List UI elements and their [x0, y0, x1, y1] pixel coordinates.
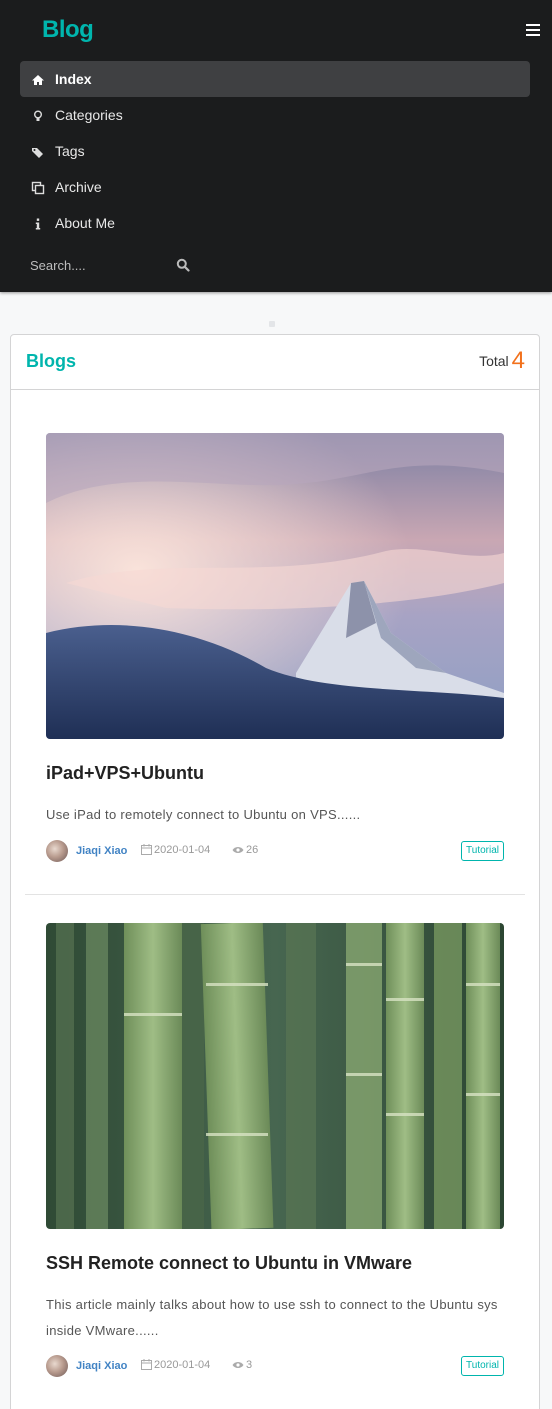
tag-badge[interactable]: Tutorial — [461, 841, 504, 861]
calendar-icon — [141, 844, 152, 855]
post-date: 2020-01-04 — [141, 1359, 210, 1371]
total-label: Total — [479, 353, 509, 369]
nav-item-label: Tags — [55, 143, 85, 159]
post-views: 26 — [232, 844, 258, 856]
nav-item-categories[interactable]: Categories — [20, 97, 530, 133]
nav-item-label: Index — [55, 71, 92, 87]
author-link[interactable]: Jiaqi Xiao — [76, 845, 127, 857]
nav-item-about-me[interactable]: About Me — [20, 205, 530, 241]
nav-item-tags[interactable]: Tags — [20, 133, 530, 169]
post-meta: Jiaqi Xiao 2020-01-04 26 Tutorial — [46, 840, 504, 862]
divider-dot — [269, 321, 275, 327]
search-icon[interactable] — [176, 258, 190, 272]
author-link[interactable]: Jiaqi Xiao — [76, 1360, 127, 1372]
menu-toggle-icon[interactable] — [526, 24, 540, 36]
post-views-count: 26 — [246, 844, 259, 856]
post-excerpt: Use iPad to remotely connect to Ubuntu o… — [46, 807, 361, 822]
avatar[interactable] — [46, 840, 68, 862]
total-count: Total 4 — [479, 347, 525, 375]
post-title[interactable]: SSH Remote connect to Ubuntu in VMware — [46, 1253, 412, 1274]
post-date-text: 2020-01-04 — [154, 844, 211, 856]
mountain-sunset-image[interactable] — [46, 433, 504, 739]
post-date-text: 2020-01-04 — [154, 1359, 211, 1371]
post-title[interactable]: iPad+VPS+Ubuntu — [46, 763, 204, 784]
search-box — [30, 252, 190, 278]
blog-post: iPad+VPS+Ubuntu Use iPad to remotely con… — [25, 433, 525, 895]
eye-icon — [232, 1362, 244, 1368]
bamboo-forest-image[interactable] — [46, 923, 504, 1229]
blog-list-title: Blogs — [26, 351, 77, 371]
post-meta: Jiaqi Xiao 2020-01-04 3 Tutorial — [46, 1355, 504, 1377]
blog-list-header: Blogs Total 4 — [11, 335, 539, 390]
post-date: 2020-01-04 — [141, 844, 210, 856]
calendar-icon — [141, 1359, 152, 1370]
nav-item-label: Archive — [55, 179, 102, 195]
site-brand[interactable]: Blog — [42, 16, 94, 44]
home-icon — [32, 75, 44, 85]
blog-post: SSH Remote connect to Ubuntu in VMware T… — [25, 923, 525, 1393]
blog-list-card: Blogs Total 4 iPad+VPS+Ubuntu Use iPad t… — [10, 334, 540, 1409]
total-number: 4 — [511, 347, 525, 374]
info-icon — [35, 218, 41, 230]
tags-icon — [32, 148, 43, 158]
avatar[interactable] — [46, 1355, 68, 1377]
post-views-count: 3 — [246, 1359, 253, 1371]
tag-badge[interactable]: Tutorial — [461, 1356, 504, 1376]
nav-menu: Index Categories Tags Archive About Me — [20, 61, 530, 241]
nav-item-label: About Me — [55, 215, 115, 231]
post-views: 3 — [232, 1359, 252, 1371]
search-input[interactable] — [30, 252, 170, 278]
post-excerpt: This article mainly talks about how to u… — [46, 1297, 498, 1338]
clone-icon — [31, 181, 45, 195]
eye-icon — [232, 847, 244, 853]
nav-item-archive[interactable]: Archive — [20, 169, 530, 205]
nav-item-label: Categories — [55, 107, 123, 123]
top-navbar: Blog Index Categories Tags Archive About… — [0, 0, 552, 292]
lightbulb-icon — [34, 110, 42, 121]
nav-item-index[interactable]: Index — [20, 61, 530, 97]
